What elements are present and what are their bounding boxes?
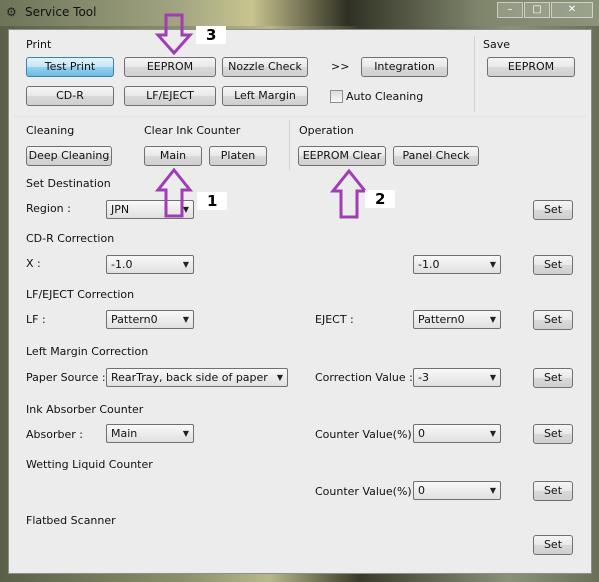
app-icon: ⚙ xyxy=(6,5,17,19)
deep-cleaning-button[interactable]: Deep Cleaning xyxy=(26,146,112,166)
annotation-number-1: 1 xyxy=(197,192,228,210)
lf-select[interactable]: Pattern0 ▼ xyxy=(106,310,194,329)
absorber-label: Absorber : xyxy=(26,428,83,441)
operation-divider xyxy=(289,120,290,170)
chevron-down-icon: ▼ xyxy=(182,260,189,269)
clear-platen-button[interactable]: Platen xyxy=(209,146,267,166)
annotation-arrow-up-icon xyxy=(154,168,194,218)
absorber-select[interactable]: Main ▼ xyxy=(106,424,194,443)
cdr-x-value: -1.0 xyxy=(111,258,133,271)
clear-ink-counter-label: Clear Ink Counter xyxy=(144,124,241,137)
auto-cleaning-label: Auto Cleaning xyxy=(346,90,424,103)
window-title: Service Tool xyxy=(25,5,97,19)
lf-eject-correction-label: LF/EJECT Correction xyxy=(26,288,135,301)
annotation-arrow-up-icon xyxy=(329,169,369,219)
save-label: Save xyxy=(483,38,511,51)
maximize-button[interactable]: □ xyxy=(524,2,550,18)
region-value: JPN xyxy=(111,203,130,216)
section-divider xyxy=(14,116,586,117)
panel-check-button[interactable]: Panel Check xyxy=(393,146,479,166)
close-button[interactable]: ✕ xyxy=(551,2,593,18)
operation-label: Operation xyxy=(299,124,354,137)
left-margin-correction-label: Left Margin Correction xyxy=(26,345,149,358)
annotation-number-2: 2 xyxy=(365,190,396,208)
paper-source-select[interactable]: RearTray, back side of paper ▼ xyxy=(106,368,288,387)
print-label: Print xyxy=(26,38,52,51)
lf-value: Pattern0 xyxy=(111,313,158,326)
wetting-set-button[interactable]: Set xyxy=(533,481,573,501)
eject-value: Pattern0 xyxy=(418,313,465,326)
save-eeprom-button[interactable]: EEPROM xyxy=(487,57,575,77)
paper-source-value: RearTray, back side of paper xyxy=(111,371,268,384)
wetting-liquid-counter-label: Wetting Liquid Counter xyxy=(26,458,153,471)
eeprom-print-button[interactable]: EEPROM xyxy=(124,57,216,77)
correction-value: -3 xyxy=(418,371,429,384)
chevron-down-icon: ▼ xyxy=(489,315,496,324)
cdr-x-select[interactable]: -1.0 ▼ xyxy=(106,255,194,274)
absorber-set-button[interactable]: Set xyxy=(533,424,573,444)
minimize-button[interactable]: – xyxy=(497,2,523,18)
wetting-counter-value-label: Counter Value(%) : xyxy=(315,485,419,498)
cd-r-print-button[interactable]: CD-R xyxy=(26,86,114,106)
flatbed-set-button[interactable]: Set xyxy=(533,535,573,555)
wetting-counter-select[interactable]: 0 ▼ xyxy=(413,481,501,500)
correction-value-select[interactable]: -3 ▼ xyxy=(413,368,501,387)
left-margin-print-button[interactable]: Left Margin xyxy=(222,86,308,106)
lf-eject-print-button[interactable]: LF/EJECT xyxy=(124,86,216,106)
chevron-down-icon: ▼ xyxy=(182,429,189,438)
ink-absorber-counter-label: Ink Absorber Counter xyxy=(26,403,144,416)
flatbed-scanner-label: Flatbed Scanner xyxy=(26,514,116,527)
service-tool-panel: Print Test Print EEPROM Nozzle Check CD-… xyxy=(8,13,592,574)
auto-cleaning-checkbox[interactable] xyxy=(330,90,343,103)
chevron-down-icon: ▼ xyxy=(489,260,496,269)
absorber-value: Main xyxy=(111,427,138,440)
lf-label: LF : xyxy=(26,313,46,326)
cdr-correction-label: CD-R Correction xyxy=(26,232,115,245)
save-divider xyxy=(474,36,475,112)
paper-source-label: Paper Source : xyxy=(26,371,106,384)
annotation-arrow-down-icon xyxy=(154,13,194,56)
cleaning-label: Cleaning xyxy=(26,124,75,137)
annotation-number-3: 3 xyxy=(196,26,227,44)
integration-button[interactable]: Integration xyxy=(361,57,448,77)
nozzle-check-button[interactable]: Nozzle Check xyxy=(222,57,308,77)
chevron-down-icon: ▼ xyxy=(489,486,496,495)
chevron-down-icon: ▼ xyxy=(489,429,496,438)
window-controls: – □ ✕ xyxy=(497,2,593,18)
eject-select[interactable]: Pattern0 ▼ xyxy=(413,310,501,329)
lf-eject-set-button[interactable]: Set xyxy=(533,310,573,330)
cdr-x-label: X : xyxy=(26,257,41,270)
chevron-down-icon: ▼ xyxy=(489,373,496,382)
chevron-down-icon: ▼ xyxy=(276,373,283,382)
region-label: Region : xyxy=(26,202,71,215)
absorber-counter-select[interactable]: 0 ▼ xyxy=(413,424,501,443)
cdr-y-select[interactable]: -1.0 ▼ xyxy=(413,255,501,274)
set-destination-button[interactable]: Set xyxy=(533,200,573,220)
eeprom-clear-button[interactable]: EEPROM Clear xyxy=(298,146,386,166)
cdr-y-value: -1.0 xyxy=(418,258,440,271)
absorber-counter-value-label: Counter Value(%) : xyxy=(315,428,419,441)
set-destination-label: Set Destination xyxy=(26,177,111,190)
test-print-button[interactable]: Test Print xyxy=(26,57,114,77)
absorber-counter-value: 0 xyxy=(418,427,425,440)
eject-label: EJECT : xyxy=(315,313,354,326)
chevrons-icon: >> xyxy=(331,60,350,73)
title-bar: ⚙ Service Tool – □ ✕ xyxy=(0,0,599,26)
correction-value-label: Correction Value : xyxy=(315,371,413,384)
chevron-down-icon: ▼ xyxy=(182,315,189,324)
clear-main-button[interactable]: Main xyxy=(144,146,202,166)
wetting-counter-value: 0 xyxy=(418,484,425,497)
left-margin-set-button[interactable]: Set xyxy=(533,368,573,388)
cdr-set-button[interactable]: Set xyxy=(533,255,573,275)
